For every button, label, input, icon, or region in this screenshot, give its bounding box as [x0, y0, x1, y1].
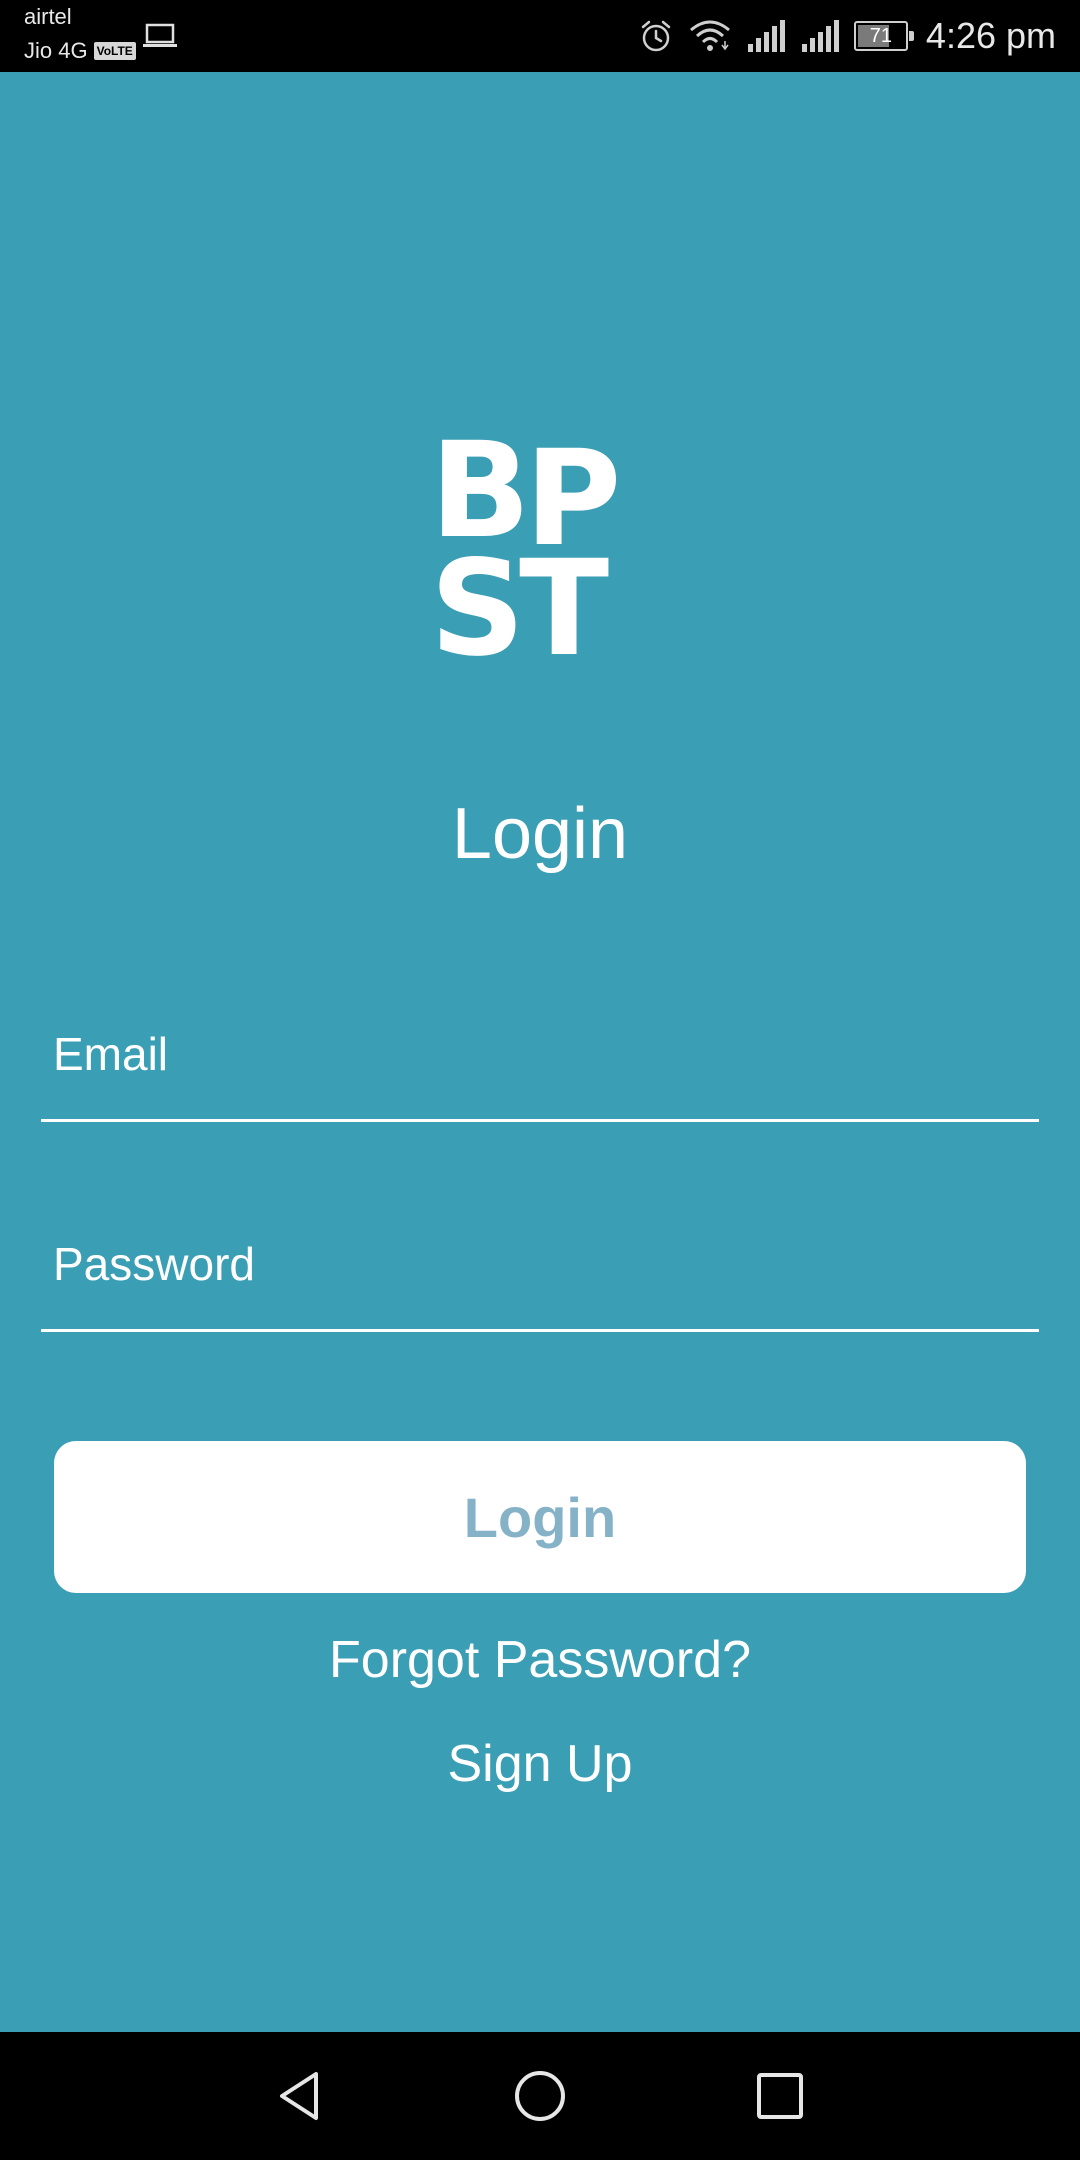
status-bar: airtel Jio 4G VoLTE 71 4:26 pm	[0, 0, 1080, 72]
laptop-icon	[143, 23, 177, 47]
alarm-icon	[641, 20, 671, 52]
screen: airtel Jio 4G VoLTE 71 4:26 pm BP ST Log…	[0, 0, 1080, 2160]
carrier-primary: airtel	[24, 4, 72, 29]
login-button[interactable]: Login	[54, 1441, 1026, 1593]
app-logo: BP ST	[430, 425, 650, 692]
email-field-container	[41, 1012, 1039, 1122]
home-button[interactable]	[504, 2060, 576, 2132]
clock: 4:26 pm	[925, 15, 1056, 56]
status-icons: 71 4:26 pm	[638, 0, 1056, 72]
login-screen: BP ST Login Login Forgot Password? Sign …	[0, 72, 1080, 2032]
password-field[interactable]	[53, 1237, 1013, 1291]
signal-icon	[801, 20, 839, 52]
navigation-bar	[0, 2032, 1080, 2160]
home-icon	[515, 2071, 565, 2121]
page-title: Login	[451, 794, 629, 874]
password-field-container	[41, 1222, 1039, 1332]
battery-icon: 71	[853, 21, 914, 51]
carrier-secondary: Jio 4G	[24, 38, 88, 63]
back-icon	[280, 2072, 318, 2120]
volte-badge: VoLTE	[93, 42, 136, 60]
sign-up-link[interactable]: Sign Up	[0, 1734, 1080, 1794]
wifi-icon	[689, 20, 730, 51]
logo-letter: P	[524, 422, 622, 576]
email-field[interactable]	[53, 1027, 1013, 1081]
battery-level: 71	[869, 25, 893, 47]
forgot-password-link[interactable]: Forgot Password?	[0, 1630, 1080, 1690]
back-button[interactable]	[264, 2060, 336, 2132]
recent-apps-button[interactable]	[744, 2060, 816, 2132]
recent-apps-icon	[757, 2073, 803, 2119]
carrier-secondary-row: Jio 4G VoLTE	[24, 38, 136, 64]
logo-letter: S	[430, 532, 525, 686]
signal-icon	[747, 20, 785, 52]
